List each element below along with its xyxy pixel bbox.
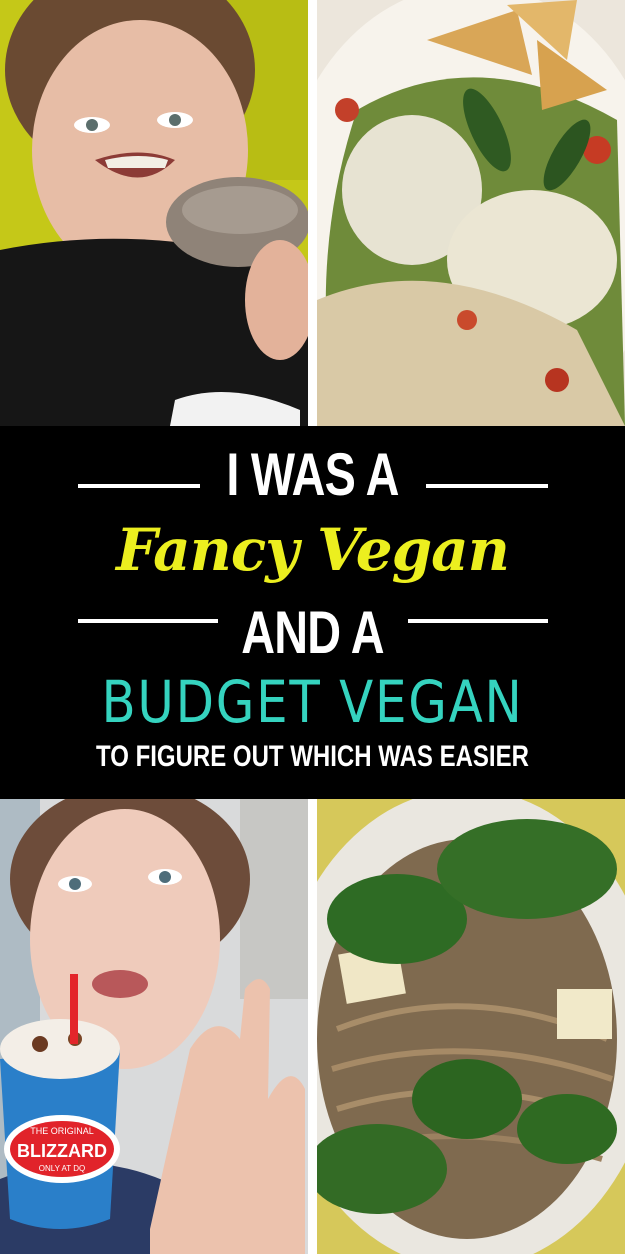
svg-text:ONLY AT DQ: ONLY AT DQ [39, 1164, 86, 1173]
svg-text:BLIZZARD: BLIZZARD [17, 1141, 107, 1161]
headline-line-3: AND A [241, 599, 384, 666]
headline-budget-vegan: BUDGET VEGAN [101, 668, 524, 736]
headline-line-1: I WAS A [226, 441, 399, 508]
svg-text:THE ORIGINAL: THE ORIGINAL [30, 1126, 94, 1136]
photo-fancy-tacos [317, 0, 625, 426]
photo-woman-with-blizzard: THE ORIGINAL BLIZZARD ONLY AT DQ [0, 799, 308, 1254]
photo-budget-noodles [317, 799, 625, 1254]
photo-woman-grimacing [0, 0, 308, 426]
headline-subtitle: TO FIGURE OUT WHICH WAS EASIER [96, 740, 529, 773]
blizzard-logo: THE ORIGINAL BLIZZARD ONLY AT DQ [4, 1115, 120, 1183]
headline-fancy-vegan: Fancy Vegan [116, 516, 510, 584]
